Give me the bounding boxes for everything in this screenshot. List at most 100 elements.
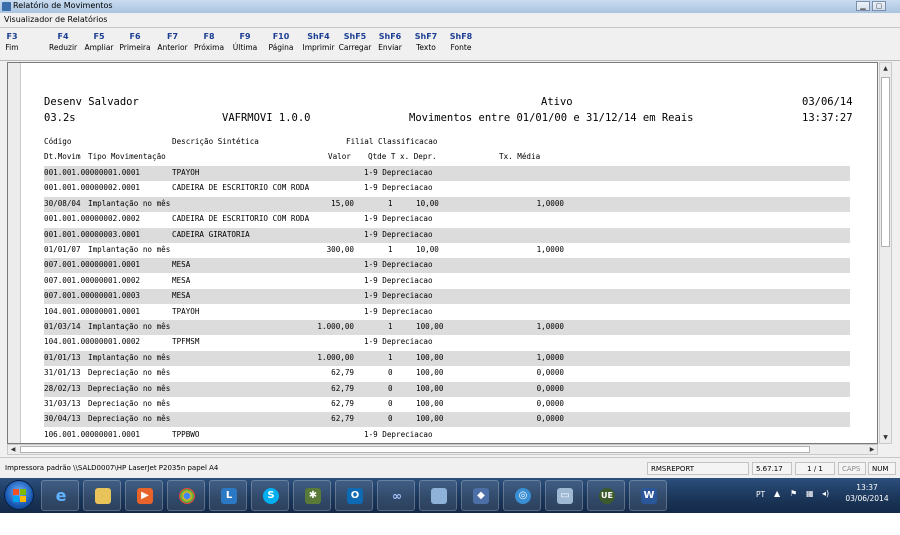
toolbar-button-carregar[interactable]: ShF5 Carregar [338,31,372,53]
toolbar-button-fim[interactable]: F3 Fim [2,31,22,53]
cell-class: 1-9 Depreciacao [364,229,433,239]
taskbar-skype[interactable]: S [251,480,289,511]
toolbar-button-pagina[interactable]: F10 Página [266,31,296,53]
ue-icon: UE [599,488,615,504]
photo-app-icon: ✱ [305,488,321,504]
taskbar-file-explorer[interactable] [83,480,121,511]
cell-qty: 1 [388,322,393,331]
cell-rate: 10,00 [416,198,439,208]
clock-time: 13:37 [856,483,878,492]
outlook-icon: O [347,488,363,504]
movement-row: 30/08/04 Implantação no mês 15,00 1 10,00 1,0… [44,196,850,212]
status-printer: Impressora padrão \\SALD0007\HP LaserJet… [5,464,219,472]
taskbar-app-notes[interactable] [419,480,457,511]
cell-qty: 1 [388,198,393,208]
taskbar-word[interactable]: W [629,480,667,511]
cell-desc: TPAYOH [172,306,200,316]
taskbar-app-photo[interactable]: ✱ [293,480,331,511]
scroll-down-icon[interactable]: ▼ [880,432,891,443]
report-time: 13:37:27 [802,112,853,124]
start-button[interactable] [4,480,34,510]
cell-desc: MESA [172,275,191,285]
tray-arrow-icon[interactable]: ▲ [774,489,780,500]
cell-date: 31/01/13 [44,368,81,378]
cell-code: 007.001.00000001.0003 [44,291,141,301]
vertical-scrollbar[interactable]: ▲ ▼ [879,62,892,444]
cell-date: 01/03/14 [44,322,81,331]
toolbar-button-texto[interactable]: ShF7 Texto [412,31,440,53]
cell-desc: CADEIRA DE ESCRITORIO COM RODA [172,214,310,224]
minimize-button[interactable]: ▁ [856,1,870,11]
network-tray-icon[interactable]: ▦ [806,489,814,500]
toolbar-button-anterior[interactable]: F7 Anterior [156,31,189,53]
window-app-icon: ▭ [557,488,573,504]
chrome-icon [179,488,195,504]
report-program: VAFRMOVI 1.0.0 [222,112,311,124]
cell-value: 1.000,00 [317,322,354,331]
toolbar-button-proxima[interactable]: F8 Próxima [193,31,225,53]
scroll-right-icon[interactable]: ▶ [867,445,877,454]
taskbar-app-window[interactable]: ▭ [545,480,583,511]
cell-avg: 0,0000 [536,368,564,378]
toolbar-button-imprimir[interactable]: ShF4 Imprimir [301,31,336,53]
cell-avg: 1,0000 [536,198,564,208]
status-page: 1 / 1 [795,462,835,475]
cell-value: 15,00 [331,198,354,208]
cell-code: 001.001.00000002.0002 [44,214,141,224]
asset-row: 104.001.00000001.0002 TPFMSM 1-9 Depreciac… [44,335,850,351]
taskbar-chrome[interactable] [167,480,205,511]
cell-rate: 100,00 [416,322,444,331]
taskbar-app-paint[interactable]: ◆ [461,480,499,511]
taskbar-app-cloud[interactable]: ∞ [377,480,415,511]
toolbar-button-primeira[interactable]: F6 Primeira [119,31,151,53]
horizontal-scrollbar[interactable]: ◀ ▶ [7,444,878,455]
flag-icon[interactable]: ⚑ [790,489,797,500]
taskbar-internet-explorer[interactable]: e [41,480,79,511]
language-indicator[interactable]: PT [756,490,765,501]
movement-row: 01/01/13 Implantação no mês 1.000,00 1 100,0… [44,350,850,366]
volume-icon[interactable]: ◂) [822,489,829,500]
application-window: Relatório de Movimentos ▁ ▢ Visualizador… [0,0,900,478]
taskbar-lync[interactable]: L [209,480,247,511]
cell-desc: CADEIRA GIRATORIA [172,229,250,239]
cell-value: 62,79 [331,368,354,378]
taskbar-app-network[interactable]: ◎ [503,480,541,511]
toolbar-button-reduzir[interactable]: F4 Reduzir [49,31,77,53]
toolbar-label: Carregar [338,43,372,52]
cell-rate: 100,00 [416,383,444,393]
toolbar-button-enviar[interactable]: ShF6 Enviar [376,31,404,53]
cell-qty: 1 [388,352,393,362]
col-header-txmedia: Tx. Média [499,152,541,161]
scroll-up-icon[interactable]: ▲ [880,63,891,74]
asset-row: 001.001.00000002.0001 CADEIRA DE ESCRITOR… [44,181,850,197]
cell-code: 001.001.00000002.0001 [44,183,141,193]
toolbar: F3 Fim F4 Reduzir F5 Ampliar F6 Primeira F7 A… [0,29,900,61]
toolbar-button-fonte[interactable]: ShF8 Fonte [447,31,475,53]
cell-date: 01/01/13 [44,352,81,362]
cell-type: Depreciação no mês [88,368,171,378]
scroll-left-icon[interactable]: ◀ [8,445,18,454]
maximize-button[interactable]: ▢ [872,1,886,11]
taskbar-app-orange[interactable]: ▶ [125,480,163,511]
report-version-code: 03.2s [44,112,76,124]
cell-class: 1-9 Depreciacao [364,168,433,177]
toolbar-key: ShF8 [449,32,473,41]
report-viewport[interactable]: Desenv Salvador Ativo 03/06/14 03.2s VAF… [7,62,878,444]
cell-code: 007.001.00000001.0002 [44,275,141,285]
cell-rate: 100,00 [416,399,444,408]
cell-type: Implantação no mês [88,198,171,208]
status-module: RMSREPORT [647,462,749,475]
col-header-tipo: Tipo Movimentação [88,152,166,161]
movement-row: 01/01/07 Implantação no mês 300,00 1 10,00 1,… [44,243,850,258]
scroll-thumb-horizontal[interactable] [20,446,810,453]
movement-row: 01/03/14 Implantação no mês 1.000,00 1 100,0… [44,320,850,335]
toolbar-label: Primeira [119,43,151,52]
status-num: NUM [868,462,896,475]
scroll-thumb[interactable] [881,77,890,247]
toolbar-button-ultima[interactable]: F9 Última [231,31,259,53]
taskbar-clock[interactable]: 13:37 03/06/2014 [838,482,896,504]
toolbar-button-ampliar[interactable]: F5 Ampliar [84,31,114,53]
cell-desc: TPPBWO [172,429,200,439]
taskbar-outlook[interactable]: O [335,480,373,511]
taskbar-app-ue[interactable]: UE [587,480,625,511]
